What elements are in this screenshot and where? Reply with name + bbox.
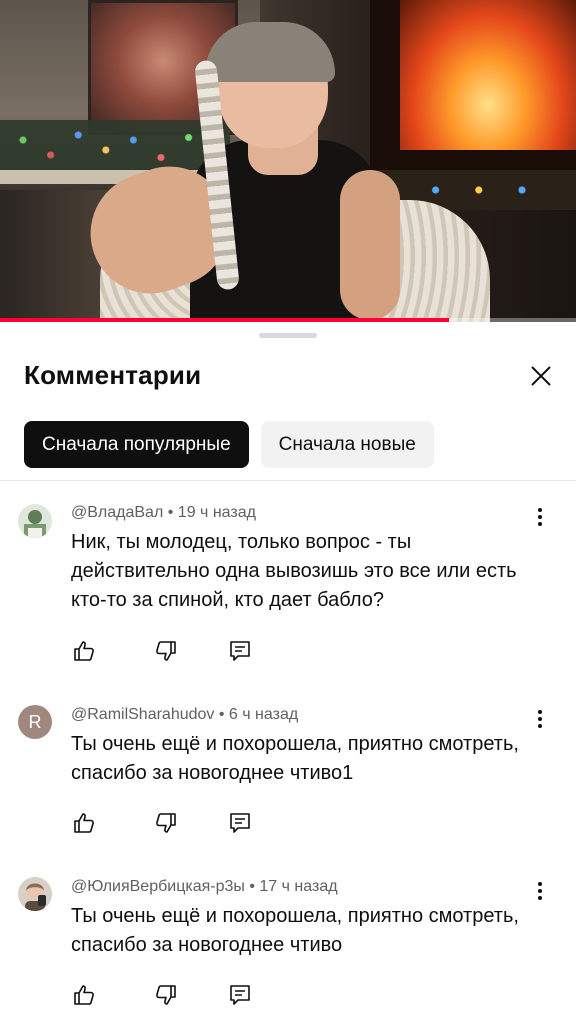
avatar[interactable]: R <box>18 705 52 739</box>
comment-text: Ник, ты молодец, только вопрос - ты дейс… <box>71 531 517 611</box>
meta-separator: • <box>167 504 178 521</box>
avatar[interactable] <box>18 504 52 538</box>
comment-meta: @RamilSharahudov • 6 ч назад <box>71 706 298 724</box>
reply-icon <box>230 813 250 833</box>
sort-chips: Сначала популярные Сначала новые <box>24 421 434 468</box>
dislike-button[interactable] <box>153 982 179 1008</box>
dislike-button[interactable] <box>153 638 179 664</box>
comment-author[interactable]: @ЮлияВербицкая-р3ы <box>71 878 245 895</box>
like-button[interactable] <box>71 810 97 836</box>
divider <box>0 480 576 481</box>
sort-newest-chip[interactable]: Сначала новые <box>260 421 434 468</box>
sort-top-chip[interactable]: Сначала популярные <box>24 421 249 468</box>
comment-author[interactable]: @RamilSharahudov <box>71 706 214 723</box>
more-options-button[interactable] <box>528 502 552 532</box>
drag-handle[interactable] <box>259 333 317 338</box>
comment-meta: @ВладаВал • 19 ч назад <box>71 504 256 522</box>
like-button[interactable] <box>71 638 97 664</box>
thumbs-up-icon <box>74 813 94 833</box>
avatar-photo <box>18 877 52 911</box>
comment-meta: @ЮлияВербицкая-р3ы • 17 ч назад <box>71 878 338 896</box>
comment-time: 17 ч назад <box>259 878 338 895</box>
reply-icon <box>230 641 250 661</box>
more-options-button[interactable] <box>528 876 552 906</box>
more-vertical-icon <box>538 710 542 728</box>
comment-author[interactable]: @ВладаВал <box>71 504 163 521</box>
thumbs-down-icon <box>156 641 176 661</box>
reply-button[interactable] <box>227 638 253 664</box>
video-person-arm <box>340 170 400 320</box>
comment-text: Ты очень ещё и похорошела, приятно смотр… <box>71 733 519 784</box>
thumbs-down-icon <box>156 813 176 833</box>
close-button[interactable] <box>522 357 560 395</box>
thumbs-up-icon <box>74 985 94 1005</box>
close-icon <box>531 366 551 386</box>
reply-icon <box>230 985 250 1005</box>
more-vertical-icon <box>538 508 542 526</box>
dislike-button[interactable] <box>153 810 179 836</box>
sheet-title: Комментарии <box>24 360 202 390</box>
reply-button[interactable] <box>227 810 253 836</box>
comments-sheet: Комментарии Сначала популярные Сначала н… <box>0 322 576 1025</box>
like-button[interactable] <box>71 982 97 1008</box>
more-options-button[interactable] <box>528 704 552 734</box>
meta-separator: • <box>249 878 260 895</box>
comment-text: Ты очень ещё и похорошела, приятно смотр… <box>71 905 519 956</box>
avatar[interactable] <box>18 877 52 911</box>
comment-time: 19 ч назад <box>177 504 256 521</box>
video-christmas-lights <box>0 120 230 170</box>
thumbs-down-icon <box>156 985 176 1005</box>
reply-button[interactable] <box>227 982 253 1008</box>
avatar-photo <box>18 504 52 538</box>
thumbs-up-icon <box>74 641 94 661</box>
comment-time: 6 ч назад <box>228 706 299 723</box>
meta-separator: • <box>218 706 229 723</box>
avatar-letter: R <box>28 711 42 732</box>
video-fire <box>400 0 576 150</box>
more-vertical-icon <box>538 882 542 900</box>
video-player[interactable] <box>0 0 576 322</box>
